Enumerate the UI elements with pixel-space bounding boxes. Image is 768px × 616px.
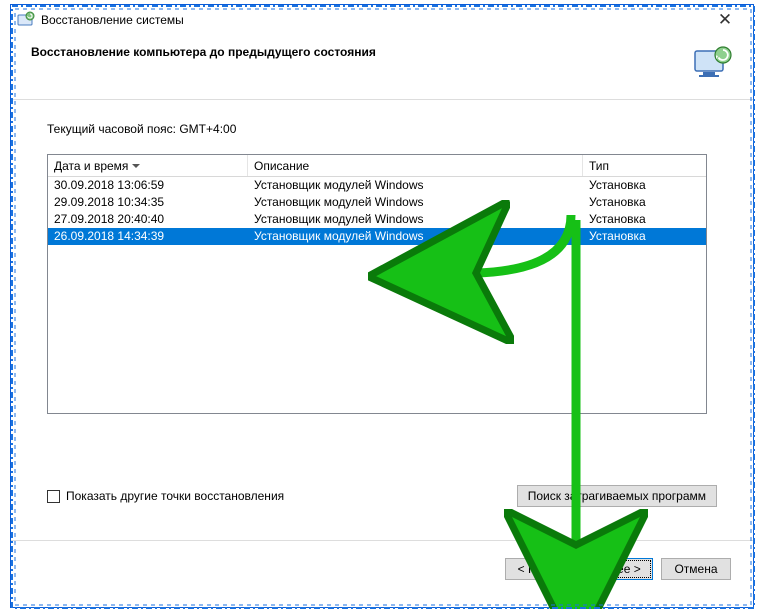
cell-datetime: 29.09.2018 10:34:35 [48, 194, 248, 211]
window-title: Восстановление системы [41, 13, 184, 27]
column-header-datetime[interactable]: Дата и время [48, 155, 248, 176]
table-body: 30.09.2018 13:06:59Установщик модулей Wi… [48, 177, 706, 245]
table-row[interactable]: 27.09.2018 20:40:40Установщик модулей Wi… [48, 211, 706, 228]
wizard-header: Восстановление компьютера до предыдущего… [11, 35, 753, 100]
table-header-row: Дата и время Описание Тип [48, 155, 706, 177]
system-restore-window: Восстановление системы ✕ Восстановление … [10, 4, 754, 608]
cell-type: Установка [583, 194, 706, 211]
titlebar: Восстановление системы ✕ [11, 5, 753, 35]
content-area: Текущий часовой пояс: GMT+4:00 Дата и вр… [11, 100, 753, 424]
column-header-type[interactable]: Тип [583, 155, 706, 176]
cancel-button[interactable]: Отмена [661, 558, 731, 580]
show-more-checkbox[interactable] [47, 490, 60, 503]
column-header-description-label: Описание [254, 159, 309, 173]
back-button[interactable]: < Назад [505, 558, 575, 580]
table-row[interactable]: 30.09.2018 13:06:59Установщик модулей Wi… [48, 177, 706, 194]
close-button[interactable]: ✕ [705, 6, 745, 34]
restore-monitor-icon [693, 45, 733, 81]
cell-datetime: 30.09.2018 13:06:59 [48, 177, 248, 194]
cell-description: Установщик модулей Windows [248, 228, 583, 245]
cell-description: Установщик модулей Windows [248, 211, 583, 228]
cell-description: Установщик модулей Windows [248, 177, 583, 194]
restore-points-table[interactable]: Дата и время Описание Тип 30.09.2018 13:… [47, 154, 707, 414]
column-header-description[interactable]: Описание [248, 155, 583, 176]
footer-divider [11, 540, 753, 541]
column-header-type-label: Тип [589, 159, 609, 173]
cell-type: Установка [583, 228, 706, 245]
next-button[interactable]: Далее > [583, 558, 653, 580]
sort-descending-icon [132, 164, 140, 168]
wizard-footer-buttons: < Назад Далее > Отмена [505, 558, 731, 580]
wizard-subtitle: Восстановление компьютера до предыдущего… [31, 45, 693, 59]
cell-type: Установка [583, 211, 706, 228]
cell-datetime: 26.09.2018 14:34:39 [48, 228, 248, 245]
table-row[interactable]: 26.09.2018 14:34:39Установщик модулей Wi… [48, 228, 706, 245]
cell-description: Установщик модулей Windows [248, 194, 583, 211]
timezone-label: Текущий часовой пояс: GMT+4:00 [47, 122, 717, 136]
scan-affected-programs-button[interactable]: Поиск затрагиваемых программ [517, 485, 717, 507]
cell-datetime: 27.09.2018 20:40:40 [48, 211, 248, 228]
system-restore-icon [17, 11, 35, 29]
options-row: Показать другие точки восстановления Пои… [47, 485, 717, 507]
table-row[interactable]: 29.09.2018 10:34:35Установщик модулей Wi… [48, 194, 706, 211]
column-header-datetime-label: Дата и время [54, 159, 128, 173]
cell-type: Установка [583, 177, 706, 194]
show-more-label: Показать другие точки восстановления [66, 489, 284, 503]
